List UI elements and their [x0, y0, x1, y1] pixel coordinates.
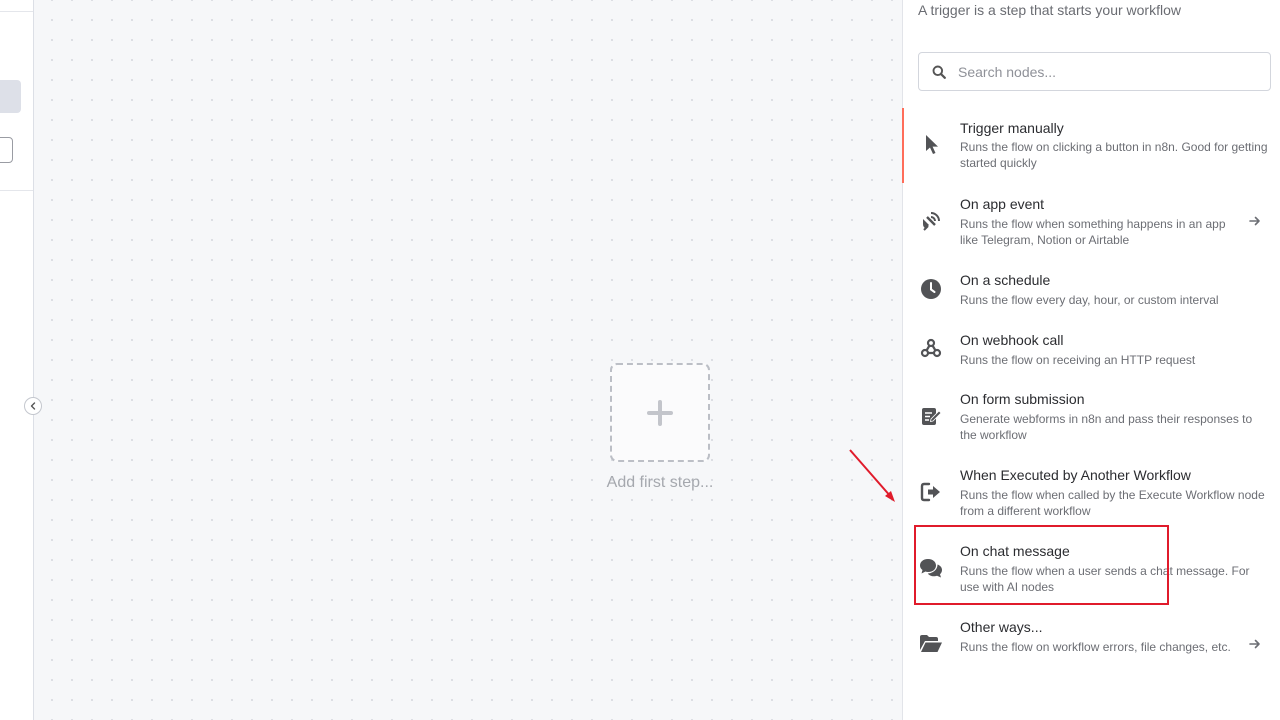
trigger-description: Runs the flow on workflow errors, file c…: [960, 640, 1231, 654]
arrow-right-icon: [1249, 216, 1260, 226]
chevron-left-icon: [30, 402, 36, 410]
trigger-description: Runs the flow every day, hour, or custom…: [960, 293, 1219, 307]
trigger-item-sub-workflow[interactable]: When Executed by Another Workflow Runs t…: [903, 467, 1280, 525]
sidebar-divider: [0, 190, 33, 191]
trigger-description: Runs the flow when a user sends a chat m…: [960, 564, 1250, 594]
trigger-title: When Executed by Another Workflow: [960, 467, 1191, 483]
satellite-icon: [919, 209, 943, 233]
left-sidebar: [0, 0, 34, 720]
trigger-title: On form submission: [960, 391, 1085, 407]
trigger-title: On a schedule: [960, 272, 1051, 288]
trigger-description: Runs the flow when called by the Execute…: [960, 488, 1265, 518]
trigger-description: Runs the flow when something happens in …: [960, 217, 1226, 247]
sidebar-divider: [0, 11, 33, 12]
trigger-item-schedule[interactable]: On a schedule Runs the flow every day, h…: [903, 272, 1280, 312]
arrow-right-icon: [1249, 639, 1260, 649]
trigger-panel: A trigger is a step that starts your wor…: [902, 0, 1280, 720]
sign-in-icon: [919, 480, 943, 504]
trigger-title: On chat message: [960, 543, 1070, 559]
trigger-description: Runs the flow on clicking a button in n8…: [960, 140, 1268, 170]
sidebar-active-item[interactable]: [0, 80, 21, 113]
trigger-item-form[interactable]: On form submission Generate webforms in …: [903, 391, 1280, 449]
trigger-item-app-event[interactable]: On app event Runs the flow when somethin…: [903, 196, 1280, 254]
plus-icon: [647, 399, 673, 426]
webhook-icon: [919, 336, 943, 360]
cursor-icon: [919, 132, 943, 156]
sidebar-input[interactable]: [0, 137, 13, 163]
trigger-title: On webhook call: [960, 332, 1064, 348]
trigger-item-webhook[interactable]: On webhook call Runs the flow on receivi…: [903, 332, 1280, 372]
collapse-sidebar-button[interactable]: [24, 397, 42, 415]
trigger-item-other-ways[interactable]: Other ways... Runs the flow on workflow …: [903, 619, 1280, 677]
trigger-description: Generate webforms in n8n and pass their …: [960, 412, 1253, 442]
search-box[interactable]: [918, 52, 1271, 91]
panel-subtitle: A trigger is a step that starts your wor…: [918, 2, 1181, 18]
workflow-canvas[interactable]: Add first step...: [34, 0, 902, 720]
trigger-title: On app event: [960, 196, 1045, 212]
search-icon: [932, 65, 946, 79]
trigger-description: Runs the flow on receiving an HTTP reque…: [960, 353, 1196, 367]
folder-open-icon: [919, 632, 943, 656]
trigger-item-chat-message[interactable]: On chat message Runs the flow when a use…: [903, 543, 1280, 601]
chat-icon: [919, 556, 943, 580]
clock-icon: [919, 277, 943, 301]
trigger-title: Trigger manually: [960, 120, 1064, 136]
search-input[interactable]: [958, 63, 1248, 80]
add-first-step-label: Add first step...: [606, 474, 714, 491]
form-icon: [919, 404, 943, 428]
add-first-step-button[interactable]: [610, 363, 710, 462]
trigger-item-manual[interactable]: Trigger manually Runs the flow on clicki…: [902, 108, 1280, 183]
trigger-title: Other ways...: [960, 619, 1043, 635]
